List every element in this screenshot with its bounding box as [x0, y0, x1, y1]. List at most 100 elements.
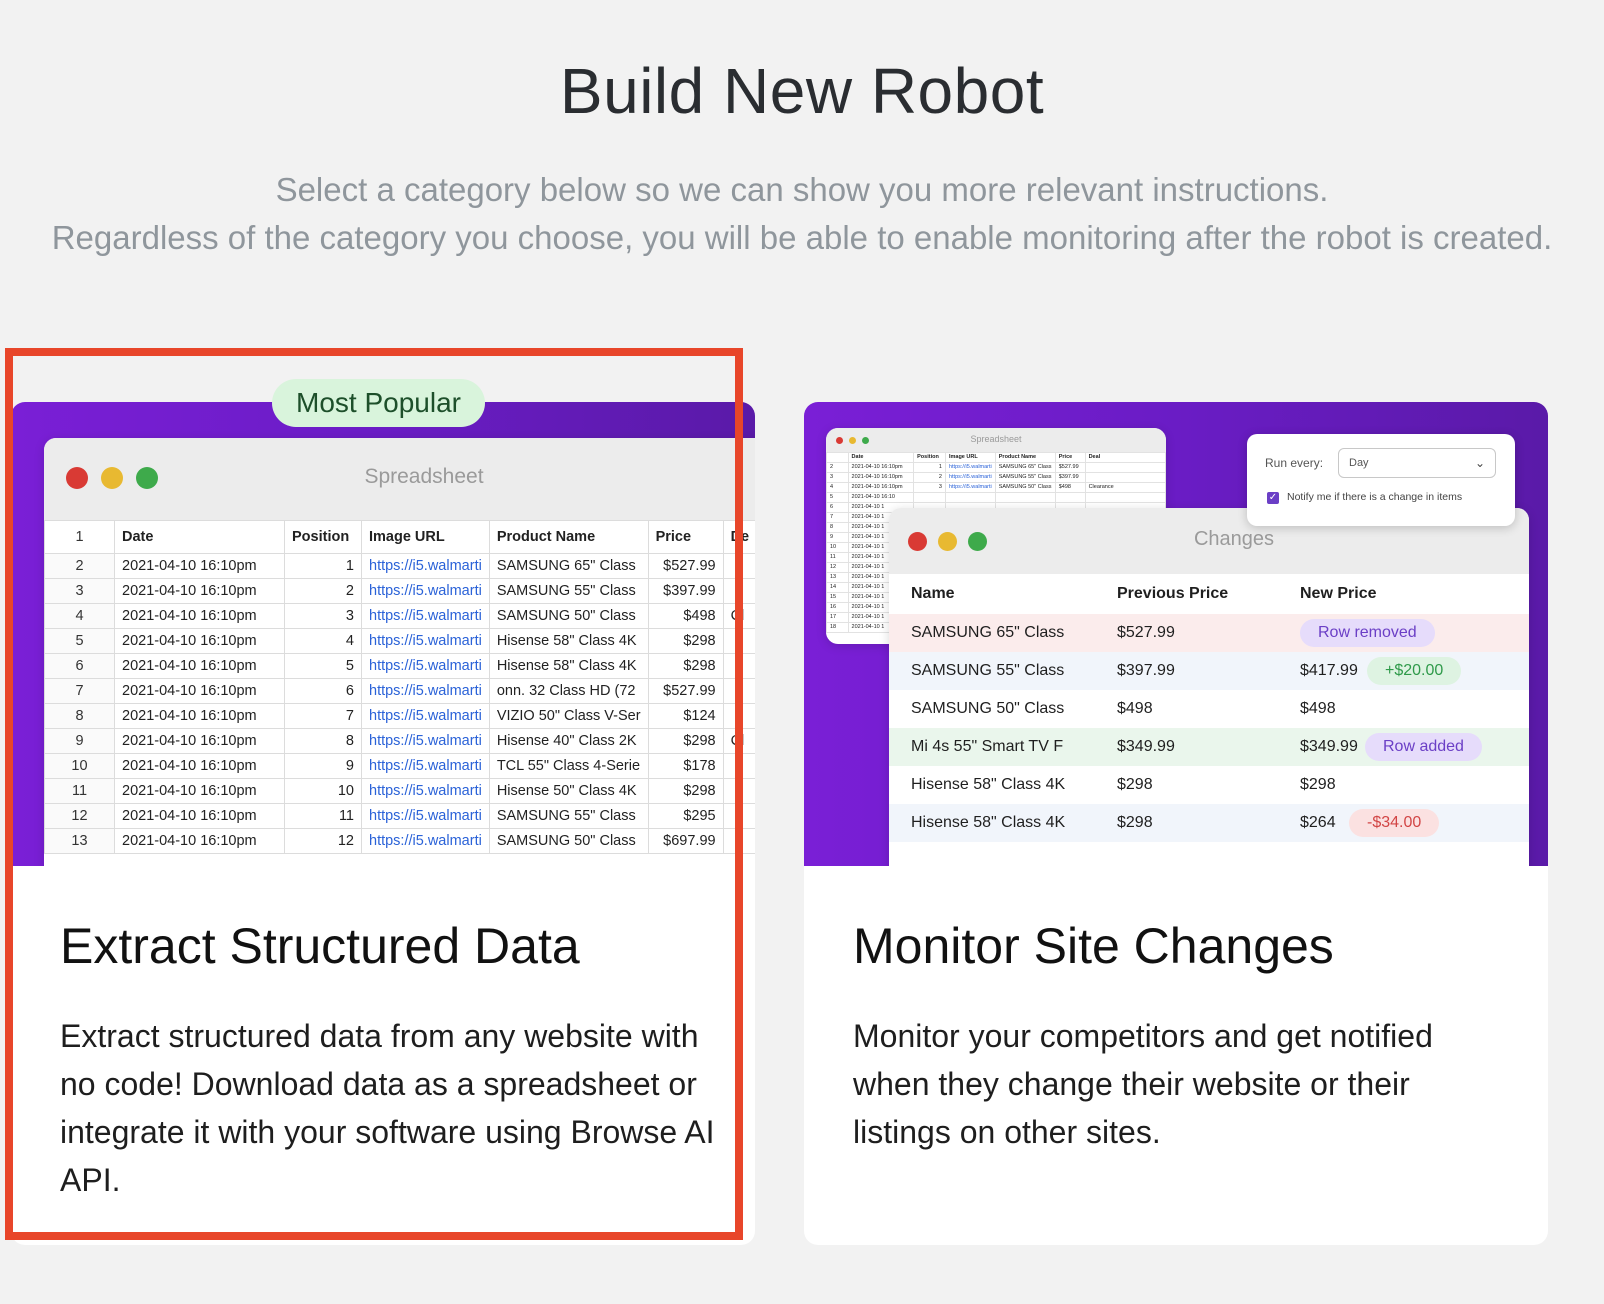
changes-row: SAMSUNG 55" Class $397.99 $417.99 +$20.00 — [889, 652, 1529, 690]
price-cell — [1054, 492, 1086, 503]
extract-structured-data-card[interactable]: Spreadsheet 1 Date Position Image URL Pr… — [11, 402, 755, 1245]
date-cell: 2021-04-10 16:10pm — [114, 603, 285, 629]
image-url-cell — [944, 492, 996, 503]
row-number: 3 — [826, 472, 849, 483]
run-every-select[interactable]: Day ⌄ — [1338, 448, 1496, 478]
new-price-cell: $417.99 — [1300, 662, 1358, 679]
deal-cell — [722, 753, 755, 779]
position-cell: 3 — [913, 482, 946, 493]
table-row: 2 2021-04-10 16:10pm 1 https://i5.walmarti S… — [44, 553, 755, 579]
row-number: 2 — [44, 553, 115, 579]
column-header: Deal — [1084, 452, 1166, 463]
row-number: 17 — [826, 612, 849, 623]
deal-cell — [722, 553, 755, 579]
changes-row: Hisense 58" Class 4K $298 $298 — [889, 766, 1529, 804]
monitor-site-changes-card[interactable]: Spreadsheet Date Position Image URL Prod… — [804, 402, 1548, 1245]
column-header: Product Name — [994, 452, 1056, 463]
price-cell: $527.99 — [1054, 462, 1086, 473]
row-number: 16 — [826, 602, 849, 613]
name-cell: SAMSUNG 55" Class — [911, 662, 1065, 679]
position-cell: 2 — [284, 578, 362, 604]
position-cell: 11 — [284, 803, 362, 829]
column-header: Price — [1054, 452, 1086, 463]
new-price-cell: $349.99 — [1300, 738, 1358, 755]
product-name-cell: Hisense 58" Class 4K — [488, 653, 649, 679]
price-cell: $498 — [647, 603, 724, 629]
column-header: Previous Price — [1117, 585, 1229, 602]
date-cell: 2021-04-10 16:10pm — [114, 628, 285, 654]
image-url-cell: https://i5.walmarti — [361, 828, 490, 854]
new-price-cell: $498 — [1300, 700, 1336, 717]
row-number: 15 — [826, 592, 849, 603]
notify-checkbox[interactable]: ✓ — [1267, 492, 1279, 504]
deal-cell — [722, 678, 755, 704]
image-url-cell: https://i5.walmarti — [361, 803, 490, 829]
product-name-cell: SAMSUNG 50" Class — [488, 828, 649, 854]
row-number: 8 — [44, 703, 115, 729]
column-header: Image URL — [361, 520, 490, 554]
table-row: 9 2021-04-10 16:10pm 8 https://i5.walmarti H… — [44, 728, 755, 754]
product-name-cell: TCL 55" Class 4-Serie — [488, 753, 649, 779]
table-row: 11 2021-04-10 16:10pm 10 https://i5.walmart… — [44, 778, 755, 804]
position-cell: 12 — [284, 828, 362, 854]
image-url-cell: https://i5.walmarti — [361, 653, 490, 679]
date-cell: 2021-04-10 16:10pm — [114, 753, 285, 779]
row-number: 6 — [44, 653, 115, 679]
new-price-cell: $298 — [1300, 776, 1336, 793]
window-titlebar: Spreadsheet — [44, 438, 755, 520]
date-cell: 2021-04-10 16:10pm — [114, 828, 285, 854]
image-url-cell: https://i5.walmarti — [361, 678, 490, 704]
column-header: Price — [647, 520, 724, 554]
previous-price-cell: $349.99 — [1117, 738, 1175, 755]
product-name-cell: SAMSUNG 50" Class — [488, 603, 649, 629]
position-cell: 8 — [284, 728, 362, 754]
table-header-row: 1 Date Position Image URL Product Name P… — [44, 520, 755, 554]
product-name-cell: Hisense 50" Class 4K — [488, 778, 649, 804]
table-row: 7 2021-04-10 16:10pm 6 https://i5.walmarti o… — [44, 678, 755, 704]
product-name-cell: VIZIO 50" Class V-Ser — [488, 703, 649, 729]
column-header: Product Name — [488, 520, 649, 554]
table-row: 3 2021-04-10 16:10pm 2 https://i5.walmarti S… — [826, 472, 1166, 483]
change-badge: -$34.00 — [1349, 809, 1440, 837]
column-header: Date — [114, 520, 285, 554]
row-number: 12 — [826, 562, 849, 573]
changes-row: SAMSUNG 65" Class $527.99 Row removed — [889, 614, 1529, 652]
price-cell: $527.99 — [647, 678, 724, 704]
column-header: De — [722, 520, 755, 554]
price-cell: $498 — [1054, 482, 1086, 493]
run-every-popup: Run every: Day ⌄ ✓ Notify me if there is… — [1247, 434, 1515, 526]
row-number: 4 — [44, 603, 115, 629]
changes-row: Mi 4s 55" Smart TV F $349.99 $349.99 Row ad… — [889, 728, 1529, 766]
card-description: Monitor your competitors and get notifie… — [853, 1018, 1433, 1150]
column-header: New Price — [1300, 585, 1377, 602]
price-cell: $295 — [647, 803, 724, 829]
position-cell: 9 — [284, 753, 362, 779]
product-name-cell: SAMSUNG 65" Class — [994, 462, 1056, 473]
date-cell: 2021-04-10 16:10pm — [114, 803, 285, 829]
image-url-cell: https://i5.walmarti — [361, 578, 490, 604]
row-number: 5 — [44, 628, 115, 654]
image-url-cell: https://i5.walmarti — [361, 603, 490, 629]
product-name-cell: SAMSUNG 55" Class — [488, 578, 649, 604]
position-cell — [913, 492, 946, 503]
product-name-cell: onn. 32 Class HD (72 — [488, 678, 649, 704]
deal-cell — [722, 828, 755, 854]
subtitle-line-2: Regardless of the category you choose, y… — [51, 219, 1553, 256]
product-name-cell: Hisense 58" Class 4K — [488, 628, 649, 654]
price-cell: $298 — [647, 653, 724, 679]
card-heading: Monitor Site Changes — [853, 918, 1334, 974]
product-name-cell: Hisense 40" Class 2K — [488, 728, 649, 754]
column-header: Position — [913, 452, 946, 463]
table-row: 13 2021-04-10 16:10pm 12 https://i5.walmart… — [44, 828, 755, 854]
previous-price-cell: $527.99 — [1117, 624, 1175, 641]
name-cell: SAMSUNG 50" Class — [911, 700, 1065, 717]
page-subtitle: Select a category below so we can show y… — [40, 166, 1564, 262]
position-cell: 6 — [284, 678, 362, 704]
date-cell: 2021-04-10 16:10pm — [114, 728, 285, 754]
date-cell: 2021-04-10 16:10pm — [847, 482, 915, 493]
position-cell: 3 — [284, 603, 362, 629]
image-url-cell: https://i5.walmarti — [361, 553, 490, 579]
date-cell: 2021-04-10 16:10pm — [114, 778, 285, 804]
row-number: 6 — [826, 502, 849, 513]
deal-cell — [1084, 462, 1166, 473]
